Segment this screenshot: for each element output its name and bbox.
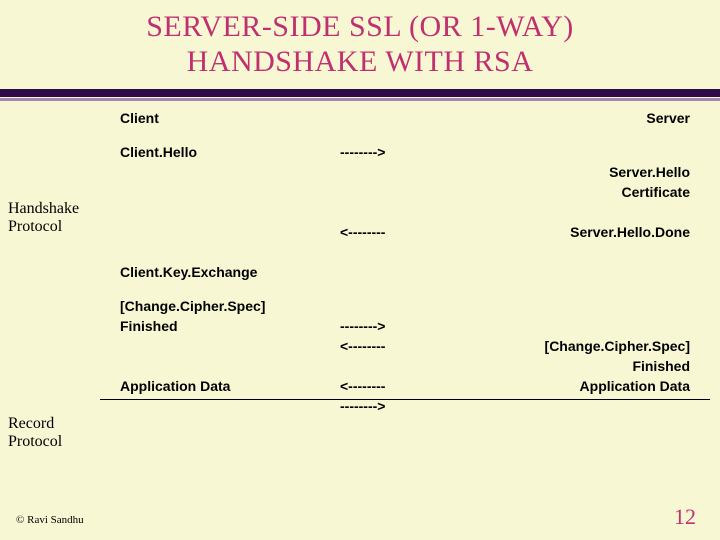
- title-line-1: SERVER-SIDE SSL (OR 1-WAY): [146, 10, 574, 43]
- finished-client-msg: Finished: [120, 318, 315, 334]
- handshake-protocol-label: Handshake Protocol: [8, 200, 79, 237]
- record-protocol-label: Record Protocol: [8, 415, 62, 452]
- title-rule-bottom: [0, 98, 720, 101]
- slide-title: SERVER-SIDE SSL (OR 1-WAY) HANDSHAKE WIT…: [0, 0, 720, 79]
- change-cipher-server-msg: [Change.Cipher.Spec]: [470, 338, 710, 354]
- app-data-server-msg: Application Data: [470, 378, 710, 394]
- title-line-2: HANDSHAKE WITH RSA: [187, 45, 534, 78]
- row-server-hello-done: <-------- Server.Hello.Done: [120, 224, 710, 244]
- row-certificate: Certificate: [120, 184, 710, 204]
- client-header: Client: [120, 110, 315, 126]
- row-change-cipher-server: <-------- [Change.Cipher.Spec]: [120, 338, 710, 358]
- handshake-label-2: Protocol: [8, 218, 62, 235]
- record-label-2: Protocol: [8, 433, 62, 450]
- handshake-diagram: Client Server Client.Hello --------> Ser…: [120, 110, 710, 400]
- server-hello-msg: Server.Hello: [470, 164, 710, 180]
- arrow-right-icon: -------->: [315, 398, 470, 414]
- arrow-left-icon: <--------: [315, 378, 470, 394]
- server-hello-done-msg: Server.Hello.Done: [470, 224, 710, 240]
- arrow-left-icon: <--------: [315, 224, 470, 240]
- arrow-left-icon: <--------: [315, 338, 470, 354]
- row-finished-server: Finished: [120, 358, 710, 378]
- arrow-right-icon: -------->: [315, 144, 470, 160]
- change-cipher-client-msg: [Change.Cipher.Spec]: [120, 298, 315, 314]
- certificate-msg: Certificate: [470, 184, 710, 200]
- row-client-key-exchange: Client.Key.Exchange: [120, 264, 710, 284]
- handshake-label-1: Handshake: [8, 200, 79, 217]
- record-label-1: Record: [8, 415, 54, 432]
- finished-server-msg: Finished: [470, 358, 710, 374]
- title-rule-top: [0, 89, 720, 97]
- copyright-text: © Ravi Sandhu: [16, 514, 84, 526]
- section-divider: [100, 399, 710, 400]
- header-row: Client Server: [120, 110, 710, 130]
- row-change-cipher-client: [Change.Cipher.Spec]: [120, 298, 710, 318]
- app-data-client-msg: Application Data: [120, 378, 315, 394]
- arrow-right-icon: -------->: [315, 318, 470, 334]
- page-number: 12: [674, 504, 696, 530]
- row-finished-client: Finished -------->: [120, 318, 710, 338]
- server-header: Server: [470, 110, 710, 126]
- client-key-exchange-msg: Client.Key.Exchange: [120, 264, 315, 280]
- row-server-hello: Server.Hello: [120, 164, 710, 184]
- row-client-hello: Client.Hello -------->: [120, 144, 710, 164]
- client-hello-msg: Client.Hello: [120, 144, 315, 160]
